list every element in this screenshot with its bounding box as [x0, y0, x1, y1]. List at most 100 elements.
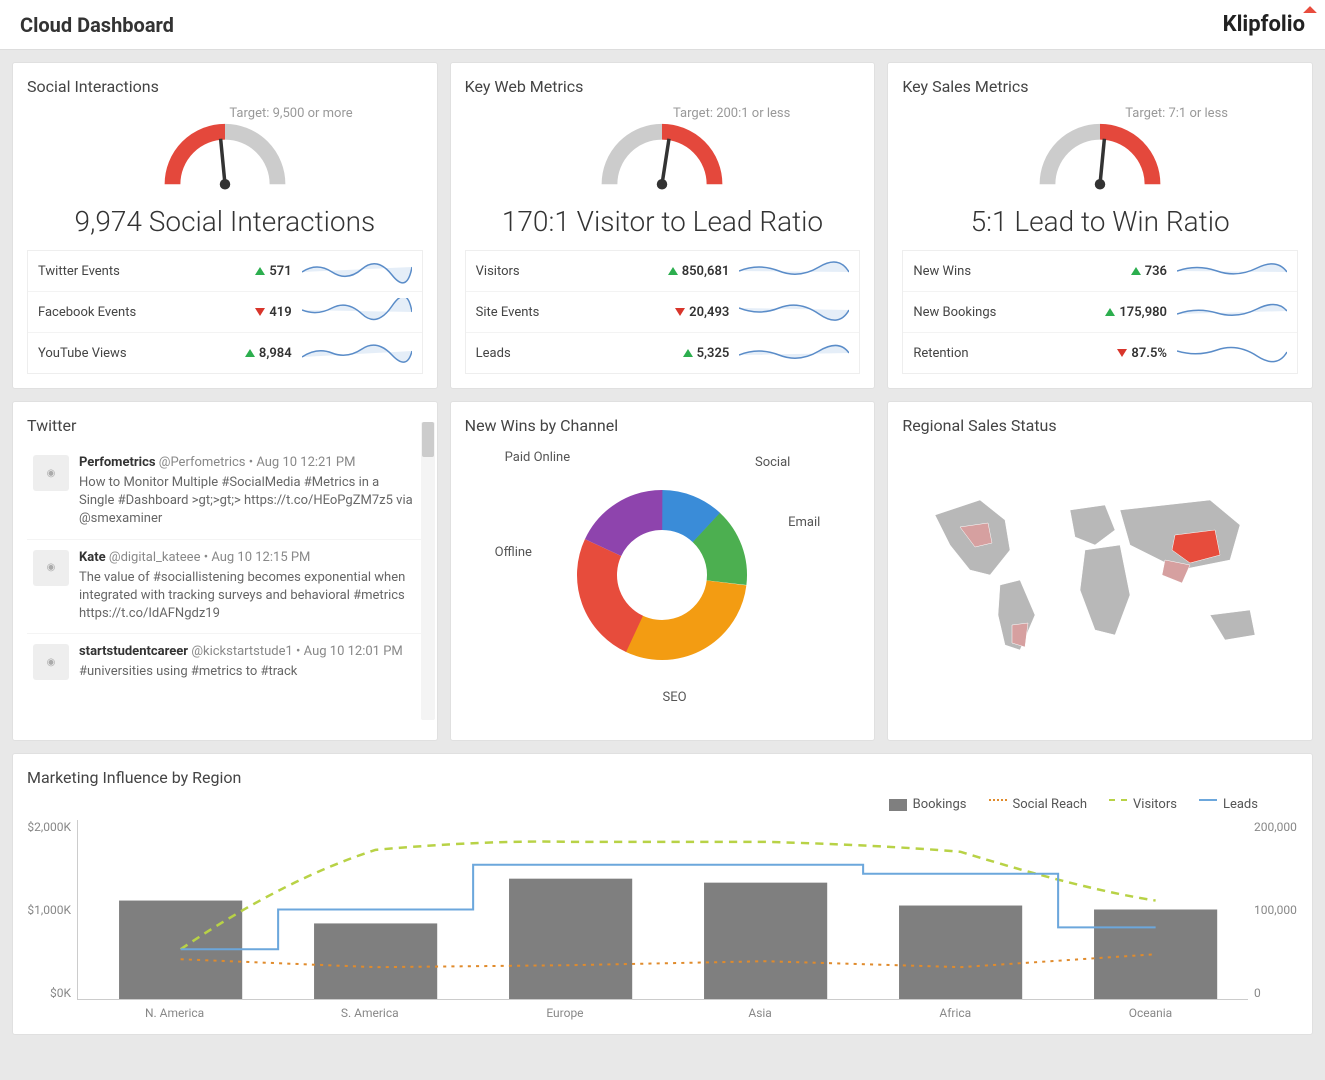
gauge-icon	[1010, 123, 1190, 193]
tweet-item[interactable]: ◉ Kate @digital_kateee • Aug 10 12:15 PM…	[27, 540, 423, 635]
x-label: Oceania	[1053, 1006, 1248, 1020]
trend-up-icon	[668, 267, 678, 275]
metric-row: New Wins 736	[903, 251, 1297, 292]
map-icon	[920, 475, 1280, 675]
metric-label: Leads	[476, 346, 650, 361]
trend-up-icon	[1131, 267, 1141, 275]
panel-marketing: Marketing Influence by Region Bookings S…	[12, 753, 1313, 1035]
donut-chart: Paid Online Social Email Offline SEO	[465, 445, 861, 705]
metric-value: 5,325	[649, 346, 729, 361]
metric-row: Twitter Events 571	[28, 251, 422, 292]
x-axis: N. America S. America Europe Asia Africa…	[77, 1006, 1248, 1020]
donut-label-seo: SEO	[662, 690, 686, 705]
panel-title-social: Social Interactions	[27, 77, 423, 96]
metric-value: 175,980	[1087, 305, 1167, 320]
scrollbar-thumb[interactable]	[422, 422, 434, 457]
avatar-icon: ◉	[33, 455, 69, 491]
metric-value: 20,493	[649, 305, 729, 320]
target-label: Target: 200:1 or less	[465, 106, 791, 121]
metric-label: Visitors	[476, 264, 650, 279]
plot-svg	[78, 820, 1248, 999]
donut-label-social: Social	[755, 455, 790, 470]
metric-label: New Wins	[913, 264, 1087, 279]
sparkline	[1177, 298, 1287, 326]
y-axis-right: 200,000 100,000 0	[1248, 820, 1298, 1000]
chart-legend: Bookings Social Reach Visitors Leads	[27, 797, 1298, 812]
donut-icon	[567, 480, 757, 670]
legend-social-reach: Social Reach	[989, 797, 1088, 812]
metric-label: New Bookings	[913, 305, 1087, 320]
x-label: N. America	[77, 1006, 272, 1020]
gauge-sales: Target: 7:1 or less 5:1 Lead to Win Rati…	[902, 106, 1298, 238]
swatch-icon	[989, 799, 1007, 811]
dashboard-grid: Social Interactions Target: 9,500 or mor…	[0, 50, 1325, 1047]
x-label: S. America	[272, 1006, 467, 1020]
sparkline	[1177, 339, 1287, 367]
world-map	[902, 445, 1298, 705]
metric-value: 736	[1087, 264, 1167, 279]
sparkline	[739, 298, 849, 326]
tweet-body: How to Monitor Multiple #SocialMedia #Me…	[79, 474, 417, 529]
panel-title-twitter: Twitter	[27, 416, 423, 435]
trend-down-icon	[675, 308, 685, 316]
tweet-item[interactable]: ◉ Perfometrics @Perfometrics • Aug 10 12…	[27, 445, 423, 540]
metric-label: Retention	[913, 346, 1087, 361]
target-label: Target: 7:1 or less	[902, 106, 1228, 121]
panel-title-sales: Key Sales Metrics	[902, 77, 1298, 96]
metric-row: New Bookings 175,980	[903, 292, 1297, 333]
sparkline	[739, 257, 849, 285]
trend-down-icon	[1117, 349, 1127, 357]
trend-down-icon	[255, 308, 265, 316]
metric-value: 850,681	[649, 264, 729, 279]
tweet-header: startstudentcareer @kickstartstude1 • Au…	[79, 644, 403, 659]
x-label: Europe	[467, 1006, 662, 1020]
sparkline	[1177, 257, 1287, 285]
metric-row: Leads 5,325	[466, 333, 860, 373]
tweet-item[interactable]: ◉ startstudentcareer @kickstartstude1 • …	[27, 634, 423, 691]
legend-leads: Leads	[1199, 797, 1258, 812]
panel-donut: New Wins by Channel Paid Online Social E…	[450, 401, 876, 741]
swatch-icon	[1109, 799, 1127, 811]
metric-label: YouTube Views	[38, 346, 212, 361]
donut-label-email: Email	[788, 515, 820, 530]
legend-visitors: Visitors	[1109, 797, 1177, 812]
tweet-body: #universities using #metrics to #track	[79, 663, 403, 681]
metric-label: Facebook Events	[38, 305, 212, 320]
donut-label-offline: Offline	[495, 545, 532, 560]
big-metric: 170:1 Visitor to Lead Ratio	[465, 205, 861, 238]
metric-row: Facebook Events 419	[28, 292, 422, 333]
metric-value: 571	[212, 264, 292, 279]
trend-up-icon	[255, 267, 265, 275]
panel-title-donut: New Wins by Channel	[465, 416, 861, 435]
metric-row: Site Events 20,493	[466, 292, 860, 333]
panel-sales: Key Sales Metrics Target: 7:1 or less 5:…	[887, 62, 1313, 389]
metric-row: Visitors 850,681	[466, 251, 860, 292]
page-title: Cloud Dashboard	[20, 13, 174, 37]
sparkline	[739, 339, 849, 367]
metric-rows: New Wins 736 New Bookings 175,980 Retent…	[902, 250, 1298, 374]
gauge-social: Target: 9,500 or more 9,974 Social Inter…	[27, 106, 423, 238]
sparkline	[302, 257, 412, 285]
panel-title-marketing: Marketing Influence by Region	[27, 768, 1298, 787]
sparkline	[302, 298, 412, 326]
trend-up-icon	[683, 349, 693, 357]
metric-value: 8,984	[212, 346, 292, 361]
brand-logo: Klipfolio	[1223, 12, 1305, 37]
swatch-icon	[1199, 799, 1217, 811]
metric-value: 419	[212, 305, 292, 320]
header: Cloud Dashboard Klipfolio	[0, 0, 1325, 50]
metric-label: Site Events	[476, 305, 650, 320]
panel-title-map: Regional Sales Status	[902, 416, 1298, 435]
y-axis-left: $2,000K $1,000K $0K	[27, 820, 77, 1000]
avatar-icon: ◉	[33, 644, 69, 680]
metric-rows: Twitter Events 571 Facebook Events 419 Y…	[27, 250, 423, 374]
gauge-icon	[572, 123, 752, 193]
twitter-feed[interactable]: ◉ Perfometrics @Perfometrics • Aug 10 12…	[27, 445, 423, 745]
scrollbar[interactable]	[421, 422, 435, 720]
panel-social: Social Interactions Target: 9,500 or mor…	[12, 62, 438, 389]
x-label: Asia	[663, 1006, 858, 1020]
metric-label: Twitter Events	[38, 264, 212, 279]
swatch-icon	[889, 799, 907, 811]
metric-row: YouTube Views 8,984	[28, 333, 422, 373]
metric-value: 87.5%	[1087, 346, 1167, 361]
